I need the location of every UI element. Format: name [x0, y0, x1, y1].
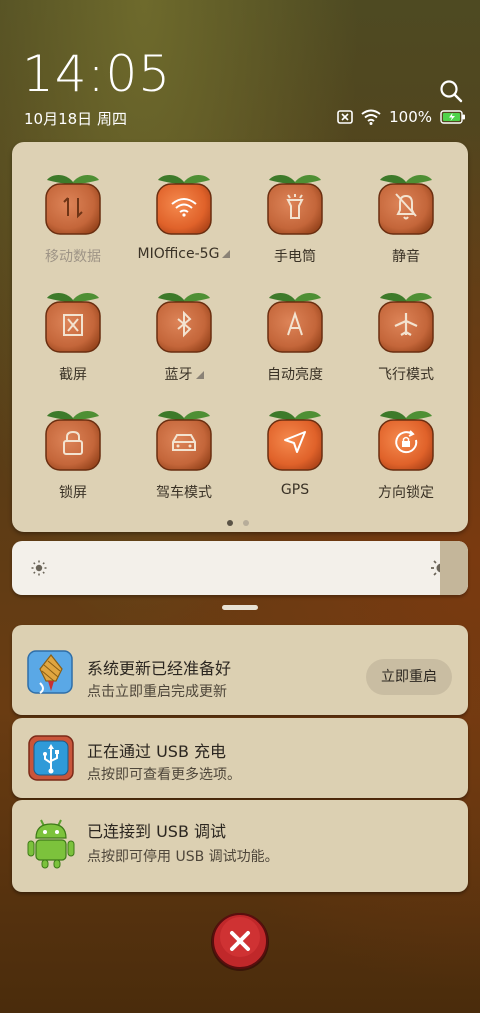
page-dot[interactable] [227, 520, 233, 526]
tile-label: 移动数据 [45, 249, 101, 265]
android-icon [26, 816, 76, 869]
notification-usb-debugging[interactable]: 已连接到 USB 调试 点按即可停用 USB 调试功能。 [12, 800, 468, 892]
brightness-thumb[interactable] [440, 541, 468, 595]
status-bar: 14:05 10月18日 周四 100% [0, 0, 480, 140]
clear-all-button[interactable] [208, 910, 272, 974]
close-icon [211, 913, 269, 971]
airplane-icon [374, 288, 438, 356]
wifi-signal-icon [361, 109, 381, 125]
brightness-low-icon [30, 559, 48, 581]
lock-icon [41, 406, 105, 474]
tile-screenshot[interactable]: 截屏 [18, 288, 128, 398]
tile-label: 蓝牙 [129, 364, 239, 384]
tile-label: GPS [280, 482, 310, 498]
mobile-data-icon [41, 170, 105, 238]
system-icons: 100% [337, 108, 466, 126]
brightness-slider[interactable] [12, 541, 468, 595]
tile-label: 截屏 [59, 367, 87, 383]
usb-icon [26, 733, 76, 783]
tile-label: 驾车模式 [156, 485, 212, 501]
expand-indicator-icon [195, 371, 204, 379]
tile-wifi[interactable]: MIOffice-5G [129, 170, 239, 280]
wifi-icon [152, 170, 216, 238]
restart-now-button[interactable]: 立即重启 [366, 659, 452, 695]
battery-percent: 100% [389, 108, 432, 126]
notification-usb-charging[interactable]: 正在通过 USB 充电 点按即可查看更多选项。 [12, 718, 468, 798]
expand-indicator-icon [222, 250, 231, 258]
gps-icon [263, 406, 327, 474]
date[interactable]: 10月18日 周四 [24, 108, 127, 129]
tile-label: 飞行模式 [378, 367, 434, 383]
screenshot-icon [41, 288, 105, 356]
flashlight-icon [263, 170, 327, 238]
tile-lock-screen[interactable]: 锁屏 [18, 406, 128, 516]
auto-brightness-icon [263, 288, 327, 356]
tile-auto-brightness[interactable]: 自动亮度 [240, 288, 350, 398]
notification-system-update[interactable]: 系统更新已经准备好 点击立即重启完成更新 立即重启 [12, 625, 468, 715]
quick-settings-panel: 移动数据 MIOffice-5G 手电筒 静音 截屏 蓝牙 自动亮度 飞行模式 … [12, 142, 468, 532]
tile-label: 静音 [392, 249, 420, 265]
system-update-icon [26, 647, 76, 697]
bluetooth-icon [152, 288, 216, 356]
clock[interactable]: 14:05 [22, 44, 171, 104]
notification-title: 已连接到 USB 调试 [87, 822, 227, 841]
tile-gps[interactable]: GPS [240, 406, 350, 516]
tile-flashlight[interactable]: 手电筒 [240, 170, 350, 280]
notification-title: 系统更新已经准备好 [87, 659, 232, 678]
notification-subtitle: 点按即可停用 USB 调试功能。 [87, 849, 279, 865]
mute-icon [374, 170, 438, 238]
notification-title: 正在通过 USB 充电 [87, 742, 227, 761]
tile-mobile-data[interactable]: 移动数据 [18, 170, 128, 280]
car-icon [152, 406, 216, 474]
notification-subtitle: 点击立即重启完成更新 [87, 684, 227, 700]
rotation-lock-icon [374, 406, 438, 474]
tile-driving-mode[interactable]: 驾车模式 [129, 406, 239, 516]
battery-charging-icon [440, 110, 466, 124]
no-sim-icon [337, 110, 353, 124]
tile-label: 方向锁定 [378, 485, 434, 501]
tile-label: 锁屏 [59, 485, 87, 501]
page-dot[interactable] [243, 520, 249, 526]
tile-mute[interactable]: 静音 [351, 170, 461, 280]
drag-handle[interactable] [222, 605, 258, 610]
tile-label: MIOffice-5G [129, 246, 239, 262]
tile-airplane[interactable]: 飞行模式 [351, 288, 461, 398]
tile-label: 自动亮度 [267, 367, 323, 383]
tile-label: 手电筒 [274, 249, 316, 265]
tile-bluetooth[interactable]: 蓝牙 [129, 288, 239, 398]
search-icon[interactable] [438, 78, 464, 104]
page-indicator [227, 520, 249, 526]
notification-subtitle: 点按即可查看更多选项。 [87, 767, 241, 783]
tile-rotation-lock[interactable]: 方向锁定 [351, 406, 461, 516]
